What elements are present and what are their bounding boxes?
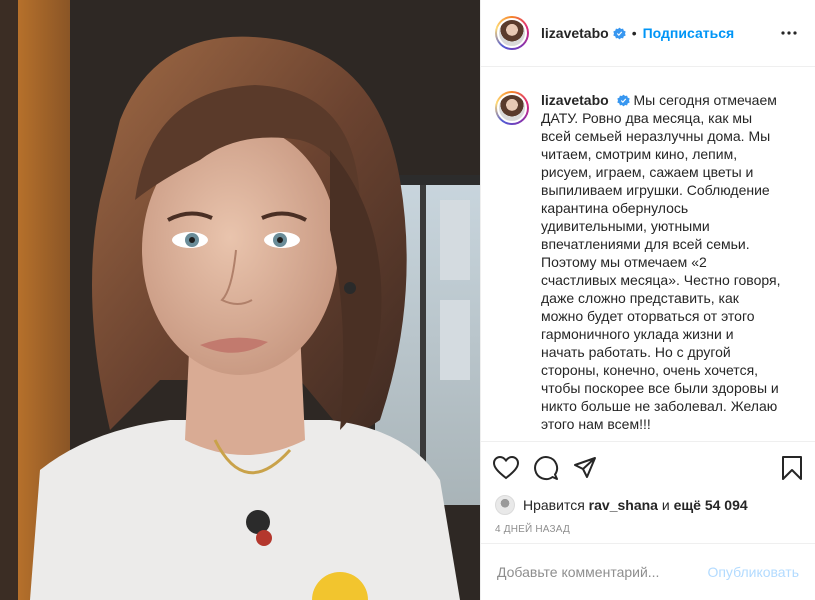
comment-input[interactable] <box>497 564 708 580</box>
caption-line: впечатлениями для всей семьи. <box>541 236 750 252</box>
caption-line: этого нам всем!!! <box>541 416 651 432</box>
verified-badge-icon <box>613 27 626 39</box>
caption-line: рисуем, играем, сажаем цветы и <box>541 164 754 180</box>
caption-line: никто больше не заболевал. Желаю <box>541 398 778 414</box>
liker-avatar[interactable] <box>495 495 515 515</box>
portrait-illustration <box>0 0 480 600</box>
caption-line: можно будет оторваться от этого <box>541 308 755 324</box>
share-icon[interactable] <box>573 448 613 488</box>
caption-line: читаем, смотрим кино, лепим, <box>541 146 738 162</box>
caption-line: стороны, конечно, очень хочется, <box>541 362 759 378</box>
likes-conjunction: и <box>661 497 670 513</box>
caption-line: всей семьей неразлучны дома. Мы <box>541 128 771 144</box>
caption-line: Поэтому мы отмечаем «2 <box>541 254 707 270</box>
post-header: lizavetabo • Подписаться <box>481 0 815 67</box>
follow-button[interactable]: Подписаться <box>643 25 735 41</box>
instagram-post: lizavetabo • Подписаться lizavetabo Мы с… <box>0 0 815 600</box>
liker-username[interactable]: rav_shana <box>589 497 658 513</box>
post-side-panel: lizavetabo • Подписаться lizavetabo Мы с… <box>480 0 815 600</box>
caption-line: карантина обернулось <box>541 200 689 216</box>
separator-dot: • <box>631 25 637 41</box>
more-options-icon[interactable] <box>777 21 801 45</box>
action-bar <box>481 442 815 494</box>
post-photo[interactable] <box>0 0 480 600</box>
caption-text: lizavetabo Мы сегодня отмечаем ДАТУ. Ров… <box>541 91 801 441</box>
caption-line: удивительными, уютными <box>541 218 710 234</box>
likes-line: Нравится rav_shana и ещё 54 094 <box>481 494 815 516</box>
caption-line: даже сложно представить, как <box>541 290 739 306</box>
caption-line: гармоничного уклада жизни и <box>541 326 734 342</box>
publish-button[interactable]: Опубликовать <box>707 564 799 580</box>
comment-bar: Опубликовать <box>481 543 815 600</box>
likes-count[interactable]: ещё 54 094 <box>674 497 748 513</box>
author-avatar[interactable] <box>495 16 529 50</box>
caption-line: счастливых месяца». Честно говоря, <box>541 272 781 288</box>
caption-line: Мы сегодня отмечаем <box>633 92 777 108</box>
comment-icon[interactable] <box>533 448 573 488</box>
likes-prefix: Нравится <box>523 497 585 513</box>
author-username[interactable]: lizavetabo <box>541 25 609 41</box>
caption-line: начать работать. Но с другой <box>541 344 731 360</box>
caption-line: ДАТУ. Ровно два месяца, как мы <box>541 110 753 126</box>
caption-line: чтобы поскорее все были здоровы и <box>541 380 779 396</box>
caption-username[interactable]: lizavetabo <box>541 92 609 108</box>
bookmark-icon[interactable] <box>763 448 803 488</box>
heart-icon[interactable] <box>493 448 533 488</box>
verified-badge-icon <box>616 94 630 107</box>
caption-area: lizavetabo Мы сегодня отмечаем ДАТУ. Ров… <box>481 67 815 442</box>
caption-line: выпиливаем игрушки. Соблюдение <box>541 182 770 198</box>
caption-author-avatar[interactable] <box>495 91 529 125</box>
